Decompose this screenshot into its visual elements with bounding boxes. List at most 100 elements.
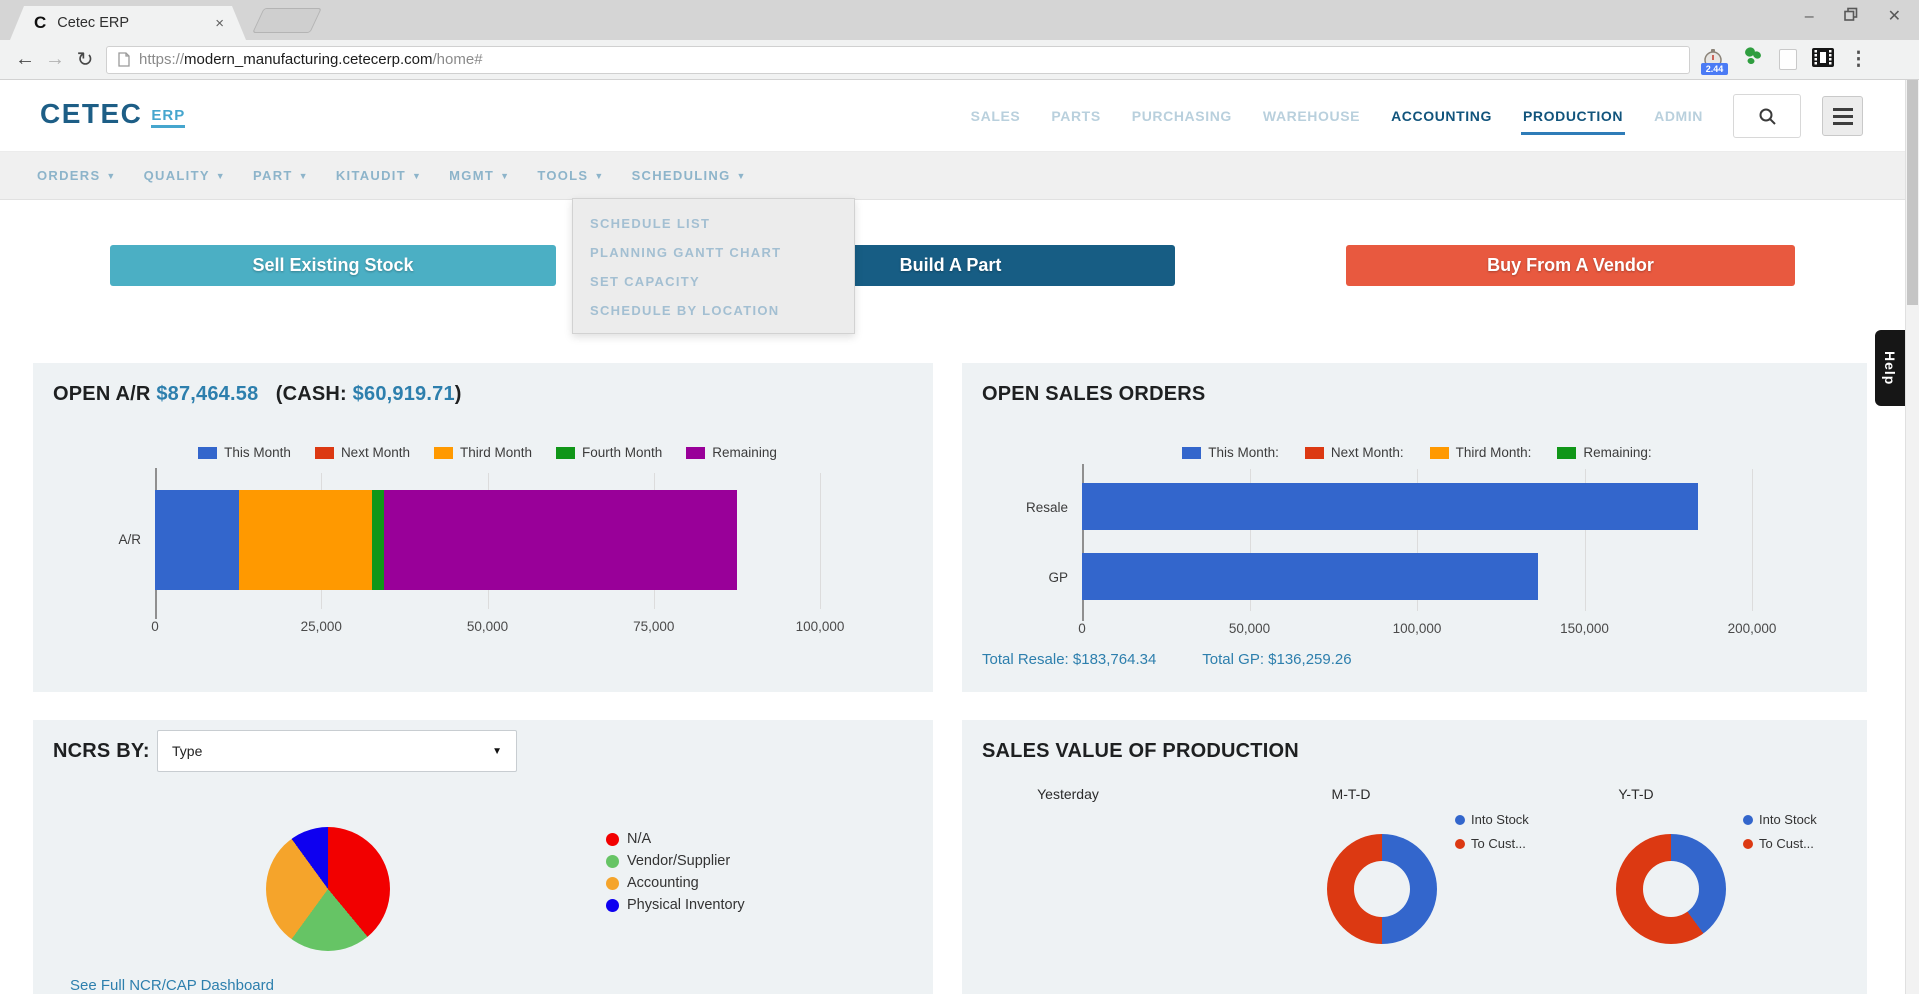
nav-item-production[interactable]: PRODUCTION	[1523, 108, 1623, 124]
legend-item: Remaining:	[1557, 445, 1651, 460]
legend-label: Remaining:	[1583, 445, 1651, 460]
menu-item-schedule-by-location[interactable]: SCHEDULE BY LOCATION	[573, 296, 854, 325]
legend-swatch	[315, 447, 334, 459]
subnav-item-quality[interactable]: QUALITY▼	[144, 168, 226, 183]
mtd-legend: Into StockTo Cust...	[1455, 812, 1517, 860]
menu-item-planning-gantt-chart[interactable]: PLANNING GANTT CHART	[573, 238, 854, 267]
timer-extension-icon[interactable]: 2.44	[1702, 48, 1727, 72]
filmstrip-extension-icon[interactable]	[1812, 48, 1834, 72]
legend-swatch	[1455, 839, 1465, 849]
legend-label: Next Month:	[1331, 445, 1404, 460]
legend-swatch	[686, 447, 705, 459]
total-gp-link[interactable]: Total GP: $136,259.26	[1202, 651, 1351, 668]
sales-orders-legend: This Month:Next Month:Third Month:Remain…	[1082, 445, 1752, 460]
legend-item: Next Month:	[1305, 445, 1404, 460]
browser-toolbar: ← → ↻ https://modern_manufacturing.cetec…	[0, 40, 1919, 80]
chevron-down-icon: ▼	[737, 171, 747, 181]
forward-button[interactable]: →	[40, 48, 70, 71]
legend-swatch	[606, 855, 619, 868]
nav-item-accounting[interactable]: ACCOUNTING	[1391, 108, 1492, 124]
url-bar[interactable]: https://modern_manufacturing.cetecerp.co…	[106, 46, 1690, 74]
total-resale-link[interactable]: Total Resale: $183,764.34	[982, 651, 1156, 668]
back-button[interactable]: ←	[10, 48, 40, 71]
legend-swatch	[198, 447, 217, 459]
chevron-down-icon: ▼	[106, 171, 116, 181]
legend-label: To Cust...	[1759, 836, 1805, 851]
ncr-dashboard-link[interactable]: See Full NCR/CAP Dashboard	[70, 977, 274, 994]
legend-swatch	[1743, 815, 1753, 825]
legend-label: N/A	[627, 831, 651, 847]
open-ar-chart: A/R 0 25,000 50,000 75,000 100,000	[155, 473, 820, 609]
open-ar-amount-link[interactable]: $87,464.58	[156, 383, 258, 405]
subnav-item-orders[interactable]: ORDERS▼	[37, 168, 117, 183]
buy-from-a-vendor-button[interactable]: Buy From A Vendor	[1346, 245, 1795, 286]
tab-title: Cetec ERP	[57, 15, 129, 31]
subnav-item-mgmt[interactable]: MGMT▼	[449, 168, 510, 183]
window-restore-button[interactable]	[1844, 7, 1858, 27]
logo-secondary: ERP	[151, 106, 185, 128]
ncr-legend: N/AVendor/SupplierAccountingPhysical Inv…	[606, 828, 745, 916]
ncrs-panel: NCRS BY: Type ▼ N/AVendor/SupplierAccoun…	[33, 720, 933, 994]
select-caret-icon: ▼	[492, 746, 502, 757]
yesterday-label: Yesterday	[1037, 786, 1099, 802]
help-tab[interactable]: Help	[1875, 330, 1905, 406]
search-icon	[1758, 107, 1777, 126]
legend-swatch	[1430, 447, 1449, 459]
url-text: https://modern_manufacturing.cetecerp.co…	[139, 51, 483, 68]
browser-window: C Cetec ERP × – ✕ ← → ↻ https://modern_m…	[0, 0, 1919, 994]
subnav-item-scheduling[interactable]: SCHEDULING▼	[632, 168, 747, 183]
legend-item: To Cust...	[1455, 836, 1517, 851]
hamburger-menu-button[interactable]	[1822, 96, 1863, 136]
reload-button[interactable]: ↻	[70, 47, 100, 72]
chevron-down-icon: ▼	[299, 171, 309, 181]
subnav-item-tools[interactable]: TOOLS▼	[537, 168, 604, 183]
legend-item: N/A	[606, 828, 745, 850]
cetec-logo[interactable]: CETEC ERP	[40, 100, 185, 128]
gp-bar	[1082, 553, 1538, 600]
cash-amount-link[interactable]: $60,919.71	[353, 383, 455, 405]
main-nav: SALES PARTS PURCHASING WAREHOUSE ACCOUNTING P…	[971, 80, 1703, 152]
legend-swatch	[606, 877, 619, 890]
legend-label: To Cust...	[1471, 836, 1517, 851]
nav-item-admin[interactable]: ADMIN	[1654, 108, 1703, 124]
menu-item-set-capacity[interactable]: SET CAPACITY	[573, 267, 854, 296]
subnav-item-part[interactable]: PART▼	[253, 168, 309, 183]
ncrs-type-select[interactable]: Type ▼	[157, 730, 517, 772]
legend-item: Third Month:	[1430, 445, 1532, 460]
bar-segment-third-month	[239, 490, 372, 590]
open-ar-panel: OPEN A/R $87,464.58 (CASH: $60,919.71) T…	[33, 363, 933, 692]
nav-item-parts[interactable]: PARTS	[1051, 108, 1100, 124]
window-close-button[interactable]: ✕	[1888, 7, 1901, 27]
legend-item: Next Month	[315, 445, 410, 460]
resale-bar	[1082, 483, 1698, 530]
logo-primary: CETEC	[40, 100, 142, 128]
nav-item-sales[interactable]: SALES	[971, 108, 1021, 124]
subnav-item-kitaudit[interactable]: KITAUDIT▼	[336, 168, 422, 183]
scrollbar-thumb[interactable]	[1907, 80, 1918, 305]
legend-item: Remaining	[686, 445, 777, 460]
scrollbar[interactable]	[1905, 80, 1919, 994]
sales-orders-chart: Resale GP 0 50,000 100,000 150,000 200,0…	[1082, 469, 1752, 611]
new-tab-button[interactable]	[252, 8, 322, 33]
legend-item: This Month	[198, 445, 291, 460]
nav-item-warehouse[interactable]: WAREHOUSE	[1263, 108, 1360, 124]
legend-label: Accounting	[627, 875, 699, 891]
window-minimize-button[interactable]: –	[1805, 7, 1814, 27]
browser-menu-icon[interactable]: ⋮	[1849, 48, 1868, 71]
search-button[interactable]	[1733, 94, 1801, 138]
nav-item-purchasing[interactable]: PURCHASING	[1132, 108, 1232, 124]
legend-swatch	[434, 447, 453, 459]
open-ar-title: OPEN A/R $87,464.58 (CASH: $60,919.71)	[53, 383, 462, 406]
clover-extension-icon[interactable]	[1742, 46, 1764, 73]
legend-label: Fourth Month	[582, 445, 662, 460]
ytd-donut-chart	[1616, 834, 1726, 944]
sell-existing-stock-button[interactable]: Sell Existing Stock	[110, 245, 556, 286]
menu-item-schedule-list[interactable]: SCHEDULE LIST	[573, 209, 854, 238]
browser-tab[interactable]: C Cetec ERP ×	[10, 6, 246, 40]
chevron-down-icon: ▼	[594, 171, 604, 181]
legend-label: Third Month	[460, 445, 532, 460]
page-extension-icon[interactable]	[1779, 49, 1797, 70]
tab-close-icon[interactable]: ×	[215, 15, 224, 32]
tab-favicon: C	[34, 13, 46, 33]
axis-category-label: A/R	[81, 532, 141, 547]
